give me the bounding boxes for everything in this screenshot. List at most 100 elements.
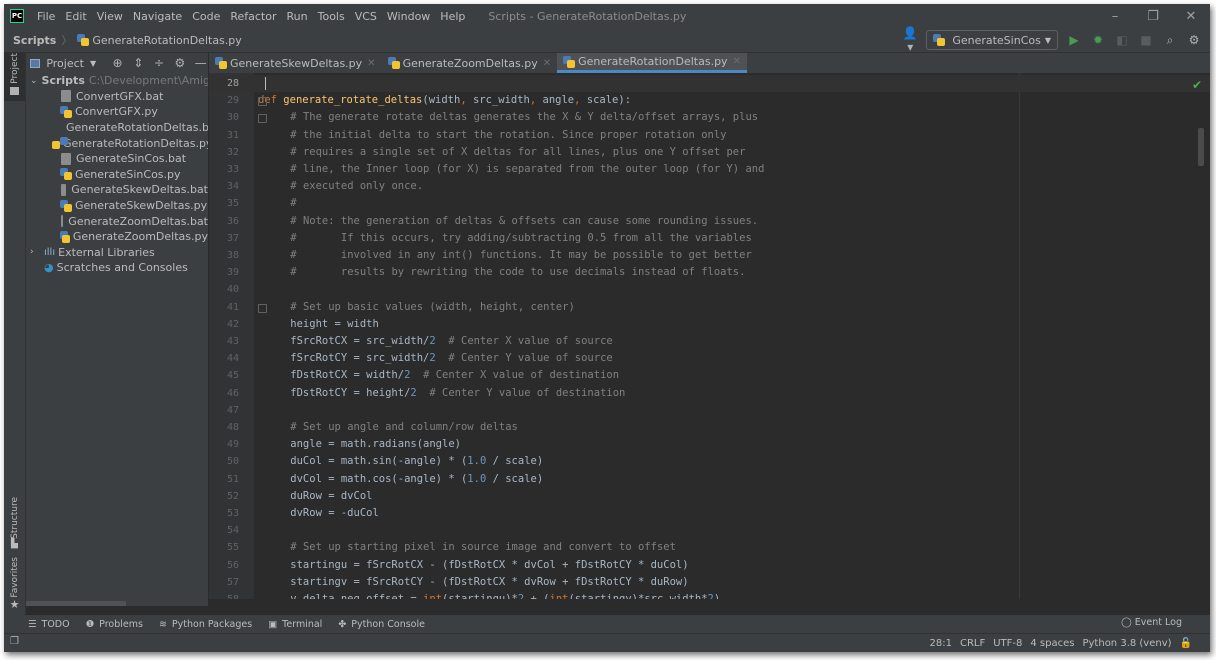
menu-edit[interactable]: Edit xyxy=(60,10,91,23)
status-line-separator[interactable]: CRLF xyxy=(960,638,985,649)
python-file-icon xyxy=(60,105,72,118)
coverage-icon[interactable]: ◧ xyxy=(1114,33,1130,47)
line-number: 40 xyxy=(226,284,239,296)
run-config-label: GenerateSinCos xyxy=(952,33,1041,47)
menu-window[interactable]: Window xyxy=(382,10,435,23)
menu-code[interactable]: Code xyxy=(187,10,225,23)
tree-file-item[interactable]: ConvertGFX.bat xyxy=(26,89,208,105)
breadcrumb-root[interactable]: Scripts xyxy=(13,34,56,47)
file-name: ConvertGFX.py xyxy=(75,105,158,119)
gear-icon[interactable]: ⚙ xyxy=(1186,33,1202,47)
python-console-icon: ✤ xyxy=(338,618,347,630)
breadcrumb-file[interactable]: GenerateRotationDeltas.py xyxy=(92,34,241,47)
tree-scratches[interactable]: ◕ Scratches and Consoles xyxy=(26,260,208,276)
code-text: # executed only once. xyxy=(290,180,424,193)
restore-button[interactable]: ❐ xyxy=(1134,4,1172,28)
tree-file-item[interactable]: GenerateZoomDeltas.py xyxy=(26,229,208,245)
menu-vcs[interactable]: VCS xyxy=(350,10,382,23)
debug-icon[interactable]: ✹ xyxy=(1090,33,1106,47)
user-icon[interactable]: 👤▾ xyxy=(902,26,918,54)
stop-icon[interactable]: ■ xyxy=(1138,33,1154,47)
status-caret-position[interactable]: 28:1 xyxy=(930,638,952,649)
fold-marker-icon[interactable] xyxy=(258,303,267,313)
project-view-icon xyxy=(30,58,41,68)
tree-external-libraries[interactable]: › ıllı External Libraries xyxy=(26,245,208,261)
status-indent[interactable]: 4 spaces xyxy=(1030,638,1074,649)
code-line: 50 duCol = math.sin(-angle) * (1.0 / sca… xyxy=(209,453,1210,470)
editor-tab[interactable]: GenerateSkewDeltas.py ✕ xyxy=(209,53,382,73)
project-view-select[interactable]: Project xyxy=(46,57,84,70)
fold-marker-icon[interactable] xyxy=(258,114,267,124)
code-text: dvCol = math.cos(-angle) * (1.0 / scale) xyxy=(265,472,544,485)
batch-file-icon xyxy=(61,215,64,228)
line-number: 28 xyxy=(226,78,239,89)
close-tab-icon[interactable]: ✕ xyxy=(543,58,551,69)
hide-icon[interactable]: — xyxy=(193,56,208,70)
pycharm-logo-icon: PC xyxy=(10,9,24,23)
line-number: 54 xyxy=(226,525,239,537)
menu-help[interactable]: Help xyxy=(435,10,470,23)
menu-file[interactable]: File xyxy=(32,10,60,23)
vertical-scrollbar[interactable] xyxy=(1198,128,1204,166)
code-text: duRow = dvCol xyxy=(265,489,373,502)
editor-tab[interactable]: GenerateRotationDeltas.py ✕ xyxy=(557,53,747,73)
event-log-button[interactable]: ◯ Event Log xyxy=(1121,617,1182,628)
status-interpreter[interactable]: Python 3.8 (venv) xyxy=(1082,638,1171,649)
code-line: 29 def generate_rotate_deltas(width, src_… xyxy=(209,92,1210,109)
tree-file-item[interactable]: GenerateZoomDeltas.bat xyxy=(26,213,208,229)
tool-tab-favorites[interactable]: Favorites ★ xyxy=(4,557,25,611)
expand-all-icon[interactable]: ⇕ xyxy=(131,56,146,70)
line-number: 30 xyxy=(226,112,239,124)
code-line: 57 startingv = fSrcRotCY - (fDstRotCX * … xyxy=(209,574,1210,591)
python-packages-icon: ≋ xyxy=(158,618,167,630)
run-configuration-select[interactable]: GenerateSinCos ▼ xyxy=(926,30,1058,50)
close-button[interactable]: ✕ xyxy=(1172,4,1210,28)
menu-refactor[interactable]: Refactor xyxy=(225,10,281,23)
search-icon[interactable]: ⌕ xyxy=(1162,33,1178,48)
editor-tab[interactable]: GenerateZoomDeltas.py ✕ xyxy=(382,53,558,73)
tree-file-item[interactable]: GenerateRotationDeltas.bat xyxy=(26,120,208,136)
python-file-icon xyxy=(60,168,72,181)
code-text: # involved in any int() functions. It ma… xyxy=(290,249,752,261)
tree-file-item[interactable]: GenerateSinCos.py xyxy=(26,167,208,183)
menu-run[interactable]: Run xyxy=(282,10,313,23)
fold-marker-icon[interactable] xyxy=(258,97,267,107)
gear-icon[interactable]: ⚙ xyxy=(172,56,187,70)
run-icon[interactable]: ▶ xyxy=(1066,33,1082,47)
python-icon xyxy=(933,34,946,46)
no-problems-check-icon[interactable]: ✔ xyxy=(1192,78,1202,92)
tool-window-python-console[interactable]: ✤ Python Console xyxy=(338,619,425,630)
tool-window-python-packages[interactable]: ≋ Python Packages xyxy=(159,619,252,630)
code-line: 49 angle = math.radians(angle) xyxy=(209,436,1210,453)
horizontal-scrollbar[interactable] xyxy=(26,601,126,606)
code-line: 56 startingu = fSrcRotCX - (fDstRotCX * … xyxy=(209,557,1210,574)
collapse-all-icon[interactable]: ÷ xyxy=(152,56,167,70)
menu-tools[interactable]: Tools xyxy=(313,10,350,23)
tool-tab-project[interactable]: Project xyxy=(4,53,25,101)
close-tab-icon[interactable]: ✕ xyxy=(367,58,375,69)
tree-file-item[interactable]: GenerateSkewDeltas.bat xyxy=(26,182,208,198)
menu-navigate[interactable]: Navigate xyxy=(128,10,187,23)
tree-file-item[interactable]: ConvertGFX.py xyxy=(26,104,208,120)
close-tab-icon[interactable]: ✕ xyxy=(733,56,741,67)
tool-window-todo[interactable]: ☰ TODO xyxy=(28,619,70,630)
code-editor[interactable]: 28 29 def generate_rotate_deltas(width, sr… xyxy=(209,73,1210,599)
tool-window-problems[interactable]: ❶ Problems xyxy=(86,619,143,630)
status-encoding[interactable]: UTF-8 xyxy=(993,638,1022,649)
tree-file-item[interactable]: GenerateSinCos.bat xyxy=(26,151,208,167)
menu-view[interactable]: View xyxy=(92,10,128,23)
locate-icon[interactable]: ⊕ xyxy=(110,56,125,70)
folder-icon xyxy=(10,86,19,95)
tool-window-toggle-icon[interactable]: ❐ xyxy=(10,636,19,647)
minimize-button[interactable]: – xyxy=(1096,4,1134,28)
chevron-down-icon[interactable]: ▼ xyxy=(90,59,96,68)
python-file-icon xyxy=(387,57,400,69)
tree-file-item[interactable]: GenerateRotationDeltas.py xyxy=(26,135,208,151)
tree-file-item[interactable]: GenerateSkewDeltas.py xyxy=(26,198,208,214)
navigation-bar: Scripts 〉 GenerateRotationDeltas.py 👤▾ G… xyxy=(4,26,1210,54)
tree-root-scripts[interactable]: ⌄ Scripts C:\Development\AmigaDev\ xyxy=(26,73,208,89)
tool-window-terminal[interactable]: ▣ Terminal xyxy=(268,619,322,630)
chevron-right-icon: › xyxy=(30,247,34,258)
lock-icon[interactable]: 🔓 xyxy=(1180,638,1192,649)
tool-tab-structure[interactable]: Structure ▙ xyxy=(4,497,25,549)
